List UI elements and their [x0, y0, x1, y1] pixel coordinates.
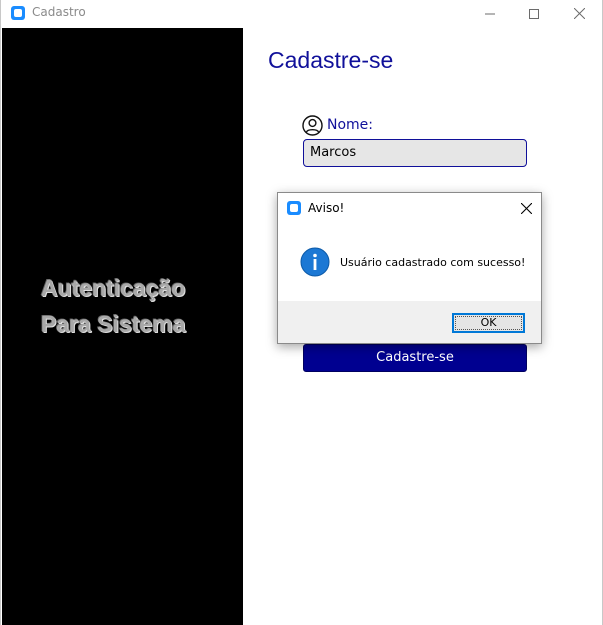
maximize-icon — [529, 8, 539, 19]
close-icon — [520, 202, 532, 214]
name-label: Nome: — [327, 117, 374, 133]
info-icon — [300, 247, 330, 277]
window-title: Cadastro — [32, 5, 86, 19]
maximize-button[interactable] — [511, 0, 557, 27]
page-title: Cadastre-se — [268, 47, 394, 73]
close-icon — [573, 8, 585, 19]
title-bar[interactable]: Cadastro — [1, 0, 602, 27]
dialog-app-icon — [287, 201, 301, 215]
ok-button[interactable]: OK — [452, 313, 525, 333]
register-button[interactable]: Cadastre-se — [303, 344, 527, 372]
alert-dialog: Aviso! Usuário cadastrado com sucesso! O… — [277, 192, 542, 344]
minimize-icon — [485, 13, 495, 14]
dialog-message: Usuário cadastrado com sucesso! — [340, 256, 526, 269]
brand-line-2: Para Sistema — [41, 311, 186, 337]
name-input[interactable]: Marcos — [303, 139, 527, 167]
minimize-button[interactable] — [467, 0, 513, 27]
dialog-footer: OK — [278, 301, 541, 343]
close-button[interactable] — [556, 0, 602, 27]
dialog-title: Aviso! — [308, 201, 345, 215]
brand-text: Autenticação Para Sistema — [41, 270, 241, 342]
brand-line-1: Autenticação — [41, 275, 186, 301]
dialog-close-button[interactable] — [514, 199, 538, 217]
app-icon — [11, 6, 25, 20]
app-window: Cadastro Autenticação Para Sistema Cadas… — [0, 0, 603, 625]
user-circle-icon — [302, 115, 323, 136]
